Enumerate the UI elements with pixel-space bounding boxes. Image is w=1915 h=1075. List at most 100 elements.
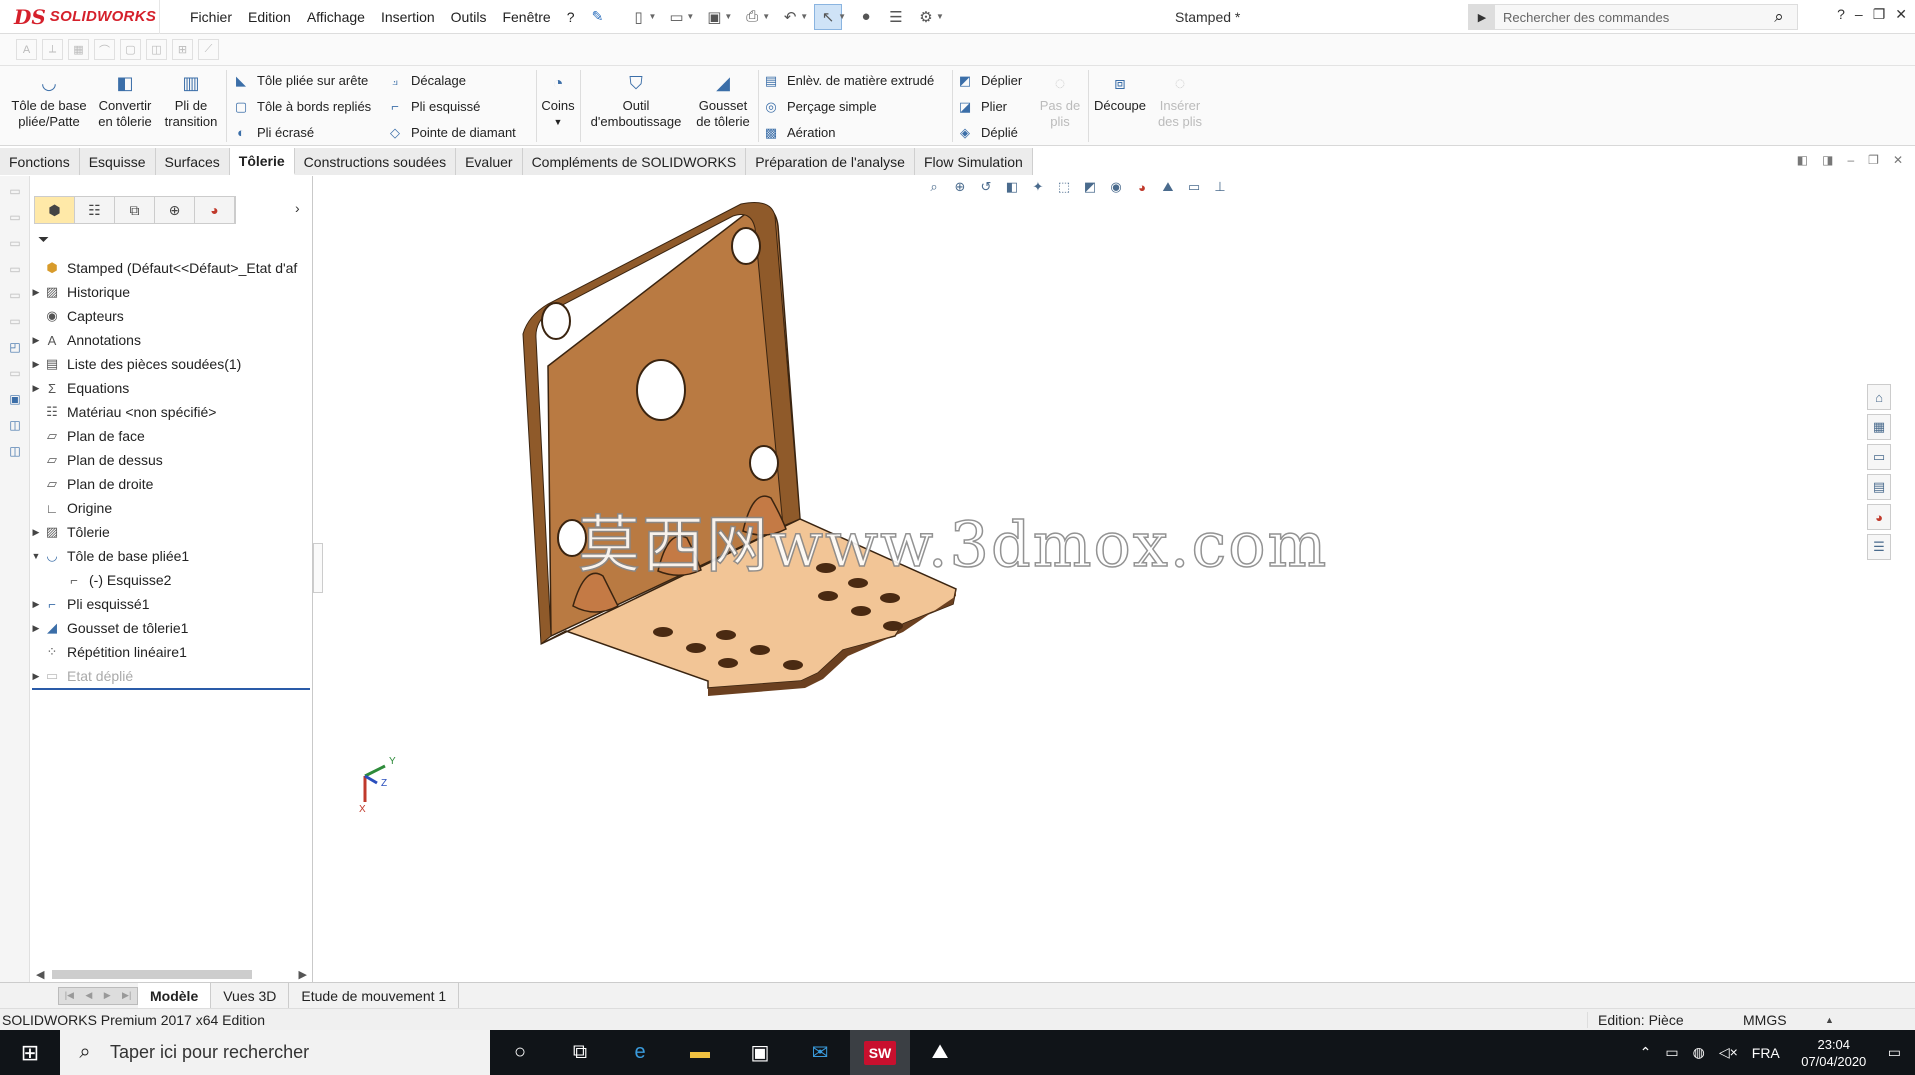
menu-outils[interactable]: Outils [443, 9, 495, 25]
menu-affichage[interactable]: Affichage [299, 9, 373, 25]
tab-esquisse[interactable]: Esquisse [79, 148, 156, 175]
tab-modele[interactable]: Modèle [138, 982, 212, 1009]
tree-node-repetition-lineaire1[interactable]: ⁘ Répétition linéaire1 [30, 640, 313, 664]
deplier-button[interactable]: ◩ Déplier [956, 70, 1022, 91]
chevron-down-icon[interactable]: ▼ [800, 12, 808, 21]
help-button[interactable]: ? [1837, 6, 1845, 23]
custom-properties-icon[interactable]: ☰ [1867, 534, 1891, 560]
edge-browser-icon[interactable]: e [610, 1030, 670, 1075]
tree-node-esquisse2[interactable]: ⌐ (-) Esquisse2 [30, 568, 313, 592]
coins-button[interactable]: ◔ Coins ▼ [540, 70, 576, 142]
display-tool-icon[interactable]: ▣ [4, 388, 26, 410]
chevron-right-icon[interactable]: ▶ [30, 623, 42, 634]
tab-surfaces[interactable]: Surfaces [155, 148, 230, 175]
pin-icon[interactable]: ✎ [583, 8, 613, 25]
tole-pliee-arete-button[interactable]: ◣ Tôle pliée sur arête [232, 70, 371, 91]
chevron-right-icon[interactable]: › [295, 200, 300, 216]
store-icon[interactable]: ▣ [730, 1030, 790, 1075]
tab-vues-3d[interactable]: Vues 3D [211, 982, 290, 1009]
filter-icon[interactable]: ⏷ [38, 231, 49, 248]
menu-insertion[interactable]: Insertion [373, 9, 443, 25]
tree-node-equations[interactable]: ▶ Σ Equations [30, 376, 313, 400]
tree-node-origine[interactable]: ∟ Origine [30, 496, 313, 520]
chevron-right-icon[interactable]: ▶ [30, 671, 42, 682]
tab-constructions-soudees[interactable]: Constructions soudées [294, 148, 457, 175]
search-input[interactable]: Rechercher des commandes [1495, 10, 1761, 25]
convertir-button[interactable]: ◧ Convertir en tôlerie [92, 70, 158, 142]
pattern-tool-icon[interactable]: ◫ [4, 440, 26, 462]
rollback-bar[interactable] [32, 688, 310, 690]
horizontal-scrollbar[interactable]: ◀ ▶ [30, 966, 313, 982]
search-icon[interactable]: ⌕ [1761, 7, 1797, 27]
chevron-right-icon[interactable]: ▶ [30, 359, 42, 370]
menu-fichier[interactable]: Fichier [182, 9, 240, 25]
scrollbar-thumb[interactable] [52, 969, 253, 979]
chevron-down-icon[interactable]: ▼ [936, 12, 944, 21]
taskbar-search[interactable]: ⌕ Taper ici pour rechercher [60, 1030, 490, 1075]
tree-root[interactable]: ⬢ Stamped (Défaut<<Défaut>_Etat d'af [30, 256, 313, 280]
property-manager-tab-icon[interactable]: ☷ [75, 197, 115, 223]
graphics-area[interactable]: ⌕ ⊕ ↺ ◧ ✦ ⬚ ◩ ◉ ◕ ⛰ ▭ ⊥ X Y Z 莫西网www.3dm… [323, 176, 1893, 982]
command-search[interactable]: ▶ Rechercher des commandes ⌕ [1468, 4, 1798, 30]
chevron-right-icon[interactable]: ▶ [30, 527, 42, 538]
tree-node-etat-deplie[interactable]: ▶ ▭ Etat déplié [30, 664, 313, 688]
inserer-plis-button[interactable]: ◌ Insérer des plis [1152, 70, 1208, 142]
tole-bords-replies-button[interactable]: ▢ Tôle à bords repliés [232, 96, 371, 117]
tole-de-base-button[interactable]: ◡ Tôle de base pliée/Patte [8, 70, 90, 142]
aeration-button[interactable]: ▩ Aération [762, 122, 934, 143]
tab-evaluer[interactable]: Evaluer [456, 148, 523, 175]
tree-node-pli-esquisse1[interactable]: ▶ ⌐ Pli esquissé1 [30, 592, 313, 616]
chevron-up-icon[interactable]: ▲ [1825, 1015, 1915, 1025]
tree-node-tolerie[interactable]: ▶ ▨ Tôlerie [30, 520, 313, 544]
tile-left-icon[interactable]: ◧ [1797, 153, 1808, 167]
panel-splitter[interactable] [313, 543, 323, 593]
network-icon[interactable]: ◍ [1693, 1044, 1705, 1061]
chevron-right-icon[interactable]: ▶ [30, 383, 42, 394]
pas-de-plis-button[interactable]: ◌ Pas de plis [1036, 70, 1084, 142]
close-icon[interactable]: ✕ [1893, 153, 1903, 167]
tree-node-tole-base-pliee1[interactable]: ▼ ◡ Tôle de base pliée1 [30, 544, 313, 568]
minimize-icon[interactable]: – [1847, 153, 1854, 167]
rebuild-icon[interactable]: ● [852, 4, 880, 30]
first-tab-icon[interactable]: |◀ [65, 990, 74, 1001]
chevron-right-icon[interactable]: ▶ [30, 335, 42, 346]
windows-start-icon[interactable]: ⊞ [0, 1030, 60, 1075]
tree-node-annotations[interactable]: ▶ A Annotations [30, 328, 313, 352]
minimize-icon[interactable]: – [1855, 6, 1863, 23]
chevron-down-icon[interactable]: ▼ [649, 12, 657, 21]
chevron-right-icon[interactable]: ▶ [299, 968, 313, 981]
menu-edition[interactable]: Edition [240, 9, 299, 25]
tree-node-plan-droite[interactable]: ▱ Plan de droite [30, 472, 313, 496]
next-tab-icon[interactable]: ▶ [104, 990, 111, 1001]
solidworks-logo[interactable]: DS SOLIDWORKS [0, 0, 160, 34]
restore-icon[interactable]: ❐ [1868, 153, 1879, 167]
configuration-manager-tab-icon[interactable]: ⧉ [115, 197, 155, 223]
enlev-matiere-button[interactable]: ▤ Enlèv. de matière extrudé [762, 70, 934, 91]
view-palette-icon[interactable]: ▤ [1867, 474, 1891, 500]
chevron-down-icon[interactable]: ▼ [762, 12, 770, 21]
tab-tolerie[interactable]: Tôlerie [229, 148, 295, 175]
chevron-down-icon[interactable]: ▼ [554, 114, 563, 130]
decoupe-button[interactable]: ⧈ Découpe [1092, 70, 1148, 142]
unit-system[interactable]: MMGS [1705, 1012, 1825, 1028]
appearances-icon[interactable]: ◕ [1867, 504, 1891, 530]
mail-icon[interactable]: ✉ [790, 1030, 850, 1075]
tree-node-liste-pieces[interactable]: ▶ ▤ Liste des pièces soudées(1) [30, 352, 313, 376]
solidworks-taskbar-icon[interactable]: SW [850, 1030, 910, 1075]
outil-emboutissage-button[interactable]: ⛉ Outil d'emboutissage [586, 70, 686, 142]
plier-button[interactable]: ◪ Plier [956, 96, 1022, 117]
dimxpert-tab-icon[interactable]: ⊕ [155, 197, 195, 223]
tree-node-gousset1[interactable]: ▶ ◢ Gousset de tôlerie1 [30, 616, 313, 640]
cortana-icon[interactable]: ○ [490, 1030, 550, 1075]
restore-icon[interactable]: ❐ [1873, 6, 1886, 23]
tree-node-plan-face[interactable]: ▱ Plan de face [30, 424, 313, 448]
deplie-button[interactable]: ◈ Déplié [956, 122, 1022, 143]
tree-node-capteurs[interactable]: ◉ Capteurs [30, 304, 313, 328]
feature-tool-icon[interactable]: ◫ [4, 414, 26, 436]
menu-help[interactable]: ? [559, 9, 583, 25]
decalage-button[interactable]: ⟓ Décalage [386, 70, 516, 91]
clock[interactable]: 23:04 07/04/2020 [1794, 1036, 1874, 1070]
design-library-icon[interactable]: ▦ [1867, 414, 1891, 440]
feature-tree-tab-icon[interactable]: ⬢ [35, 197, 75, 223]
home-icon[interactable]: ⌂ [1867, 384, 1891, 410]
